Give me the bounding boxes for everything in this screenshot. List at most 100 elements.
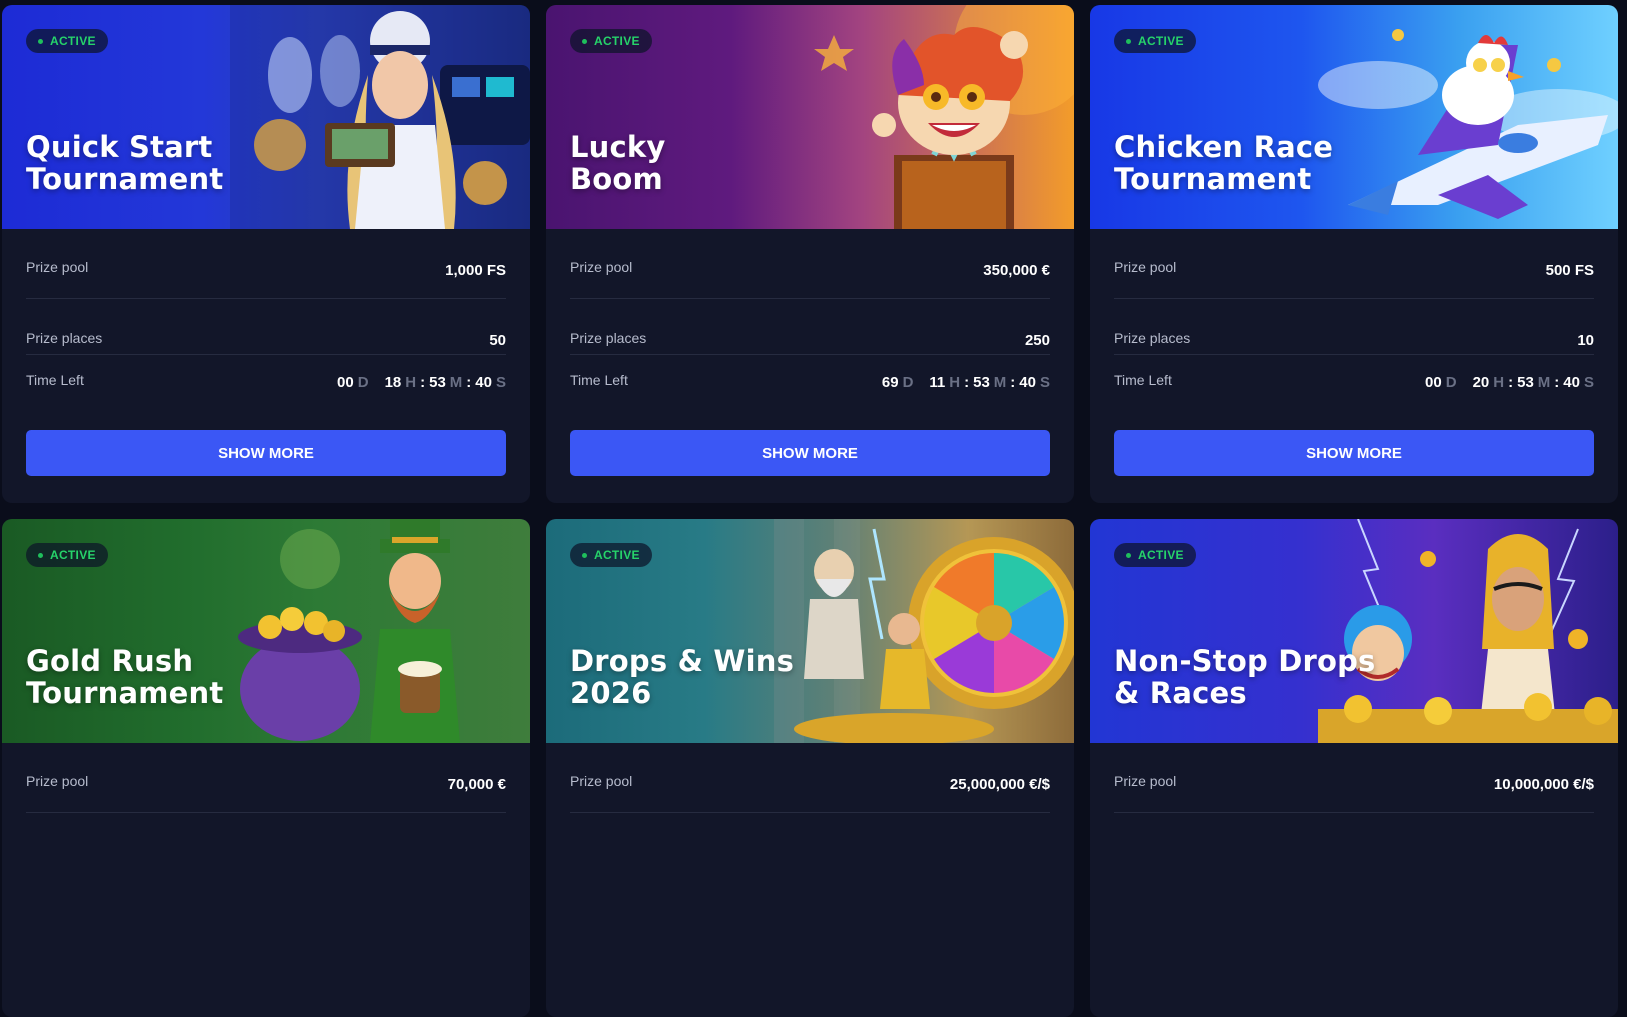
status-badge: ACTIVE xyxy=(26,543,108,567)
tournament-banner[interactable]: ACTIVE Chicken Race Tournament xyxy=(1090,5,1618,229)
minutes-unit: M xyxy=(993,374,1007,391)
title-line: & Races xyxy=(1114,676,1247,710)
prize-pool-label: Prize pool xyxy=(570,773,633,789)
time-separator: : xyxy=(964,374,970,391)
prize-places-row: Prize places 250 xyxy=(570,299,1050,355)
tournament-title: Chicken Race Tournament xyxy=(1114,131,1333,195)
tournament-banner[interactable]: ACTIVE Lucky Boom xyxy=(546,5,1074,229)
hours-value: 11 xyxy=(929,374,946,391)
countdown-timer: 00 D 20 H : 53 M : 40 S xyxy=(1425,374,1594,391)
minutes-value: 53 xyxy=(1517,374,1534,391)
minutes-value: 53 xyxy=(429,374,446,391)
tournament-details: Prize pool 500 FS Prize places 10 Time L… xyxy=(1090,229,1618,476)
tournament-title: Lucky Boom xyxy=(570,131,666,195)
time-separator: : xyxy=(420,374,426,391)
hours-value: 18 xyxy=(384,374,402,391)
status-dot-icon xyxy=(38,552,43,558)
time-left-row: Time Left 00 D 20 H : 53 M : 40 S xyxy=(1114,355,1594,411)
tournament-details: Prize pool 70,000 € xyxy=(2,743,530,813)
tournament-card[interactable]: ACTIVE Drops & Wins 2026 Prize pool 25,0… xyxy=(546,519,1074,1017)
status-badge: ACTIVE xyxy=(570,29,652,53)
seconds-unit: S xyxy=(1039,374,1050,391)
hours-unit: H xyxy=(405,374,417,391)
tournament-card[interactable]: ACTIVE Quick Start Tournament Prize pool… xyxy=(2,5,530,503)
leprechaun-pot-of-gold-illustration xyxy=(238,519,460,743)
prize-pool-value: 500 FS xyxy=(1545,262,1594,279)
status-label: ACTIVE xyxy=(1138,548,1184,562)
countdown-timer: 69 D 11 H : 53 M : 40 S xyxy=(882,374,1050,391)
title-line: Gold Rush xyxy=(26,644,194,678)
days-value: 69 xyxy=(881,374,899,391)
time-separator: : xyxy=(1554,374,1560,391)
tournament-grid: ACTIVE Quick Start Tournament Prize pool… xyxy=(2,5,1618,1017)
status-label: ACTIVE xyxy=(594,34,640,48)
prize-places-row: Prize places 10 xyxy=(1114,299,1594,355)
tournament-banner[interactable]: ACTIVE Non-Stop Drops & Races xyxy=(1090,519,1618,743)
tournament-details: Prize pool 350,000 € Prize places 250 Ti… xyxy=(546,229,1074,476)
tournament-title: Drops & Wins 2026 xyxy=(570,645,794,709)
time-left-label: Time Left xyxy=(26,372,84,388)
prize-pool-value: 25,000,000 €/$ xyxy=(949,776,1050,793)
prize-pool-value: 70,000 € xyxy=(447,776,506,793)
minutes-unit: M xyxy=(449,374,463,391)
title-line: Quick Start xyxy=(26,130,213,164)
tournament-card[interactable]: ACTIVE Non-Stop Drops & Races Prize pool… xyxy=(1090,519,1618,1017)
days-value: 00 xyxy=(337,374,354,391)
status-dot-icon xyxy=(1126,38,1131,44)
prize-places-value: 50 xyxy=(489,332,506,349)
minutes-value: 53 xyxy=(973,374,990,391)
prize-places-row: Prize places 50 xyxy=(26,299,506,355)
tournament-details: Prize pool 10,000,000 €/$ xyxy=(1090,743,1618,813)
prize-pool-value: 1,000 FS xyxy=(445,262,506,279)
status-badge: ACTIVE xyxy=(570,543,652,567)
prize-places-value: 10 xyxy=(1577,332,1594,349)
tournament-title: Gold Rush Tournament xyxy=(26,645,223,709)
prize-pool-label: Prize pool xyxy=(26,773,89,789)
prize-pool-value: 350,000 € xyxy=(983,262,1050,279)
status-badge: ACTIVE xyxy=(1114,29,1196,53)
status-dot-icon xyxy=(38,38,43,44)
prize-pool-label: Prize pool xyxy=(1114,773,1177,789)
tournament-banner[interactable]: ACTIVE Gold Rush Tournament xyxy=(2,519,530,743)
tournament-banner[interactable]: ACTIVE Quick Start Tournament xyxy=(2,5,530,229)
prize-pool-label: Prize pool xyxy=(26,259,89,275)
prize-pool-row: Prize pool 350,000 € xyxy=(570,229,1050,299)
chicken-on-jet-illustration xyxy=(1318,29,1618,219)
tournament-card[interactable]: ACTIVE Gold Rush Tournament Prize pool 7… xyxy=(2,519,530,1017)
seconds-unit: S xyxy=(495,374,506,391)
seconds-value: 40 xyxy=(1563,374,1580,391)
pilot-woman-cockpit-illustration xyxy=(230,5,530,229)
prize-places-value: 250 xyxy=(1024,332,1050,349)
prize-pool-label: Prize pool xyxy=(570,259,633,275)
show-more-button[interactable]: SHOW MORE xyxy=(570,430,1050,476)
tournament-card[interactable]: ACTIVE Lucky Boom Prize pool 350,000 € P… xyxy=(546,5,1074,503)
show-more-button[interactable]: SHOW MORE xyxy=(1114,430,1594,476)
status-badge: ACTIVE xyxy=(26,29,108,53)
prize-pool-row: Prize pool 10,000,000 €/$ xyxy=(1114,743,1594,813)
prize-places-label: Prize places xyxy=(26,330,103,346)
time-left-row: Time Left 69 D 11 H : 53 M : 40 S xyxy=(570,355,1050,411)
title-line: Lucky xyxy=(570,130,666,164)
title-line: Drops & Wins xyxy=(570,644,795,678)
countdown-timer: 00 D 18 H : 53 M : 40 S xyxy=(337,374,506,391)
prize-places-label: Prize places xyxy=(1114,330,1191,346)
show-more-button[interactable]: SHOW MORE xyxy=(26,430,506,476)
hours-value: 20 xyxy=(1472,374,1490,391)
seconds-unit: S xyxy=(1583,374,1594,391)
zeus-and-prize-wheel-illustration xyxy=(774,519,1074,743)
seconds-value: 40 xyxy=(1019,374,1036,391)
prize-pool-row: Prize pool 70,000 € xyxy=(26,743,506,813)
time-left-label: Time Left xyxy=(570,372,628,388)
tournament-banner[interactable]: ACTIVE Drops & Wins 2026 xyxy=(546,519,1074,743)
tournament-details: Prize pool 25,000,000 €/$ xyxy=(546,743,1074,813)
time-separator: : xyxy=(1010,374,1016,391)
time-left-label: Time Left xyxy=(1114,372,1172,388)
title-line: Chicken Race xyxy=(1114,130,1334,164)
hours-unit: H xyxy=(949,374,961,391)
status-badge: ACTIVE xyxy=(1114,543,1196,567)
status-label: ACTIVE xyxy=(50,34,96,48)
tournament-card[interactable]: ACTIVE Chicken Race Tournament Prize poo… xyxy=(1090,5,1618,503)
minutes-unit: M xyxy=(1537,374,1551,391)
prize-places-label: Prize places xyxy=(570,330,647,346)
seconds-value: 40 xyxy=(475,374,492,391)
